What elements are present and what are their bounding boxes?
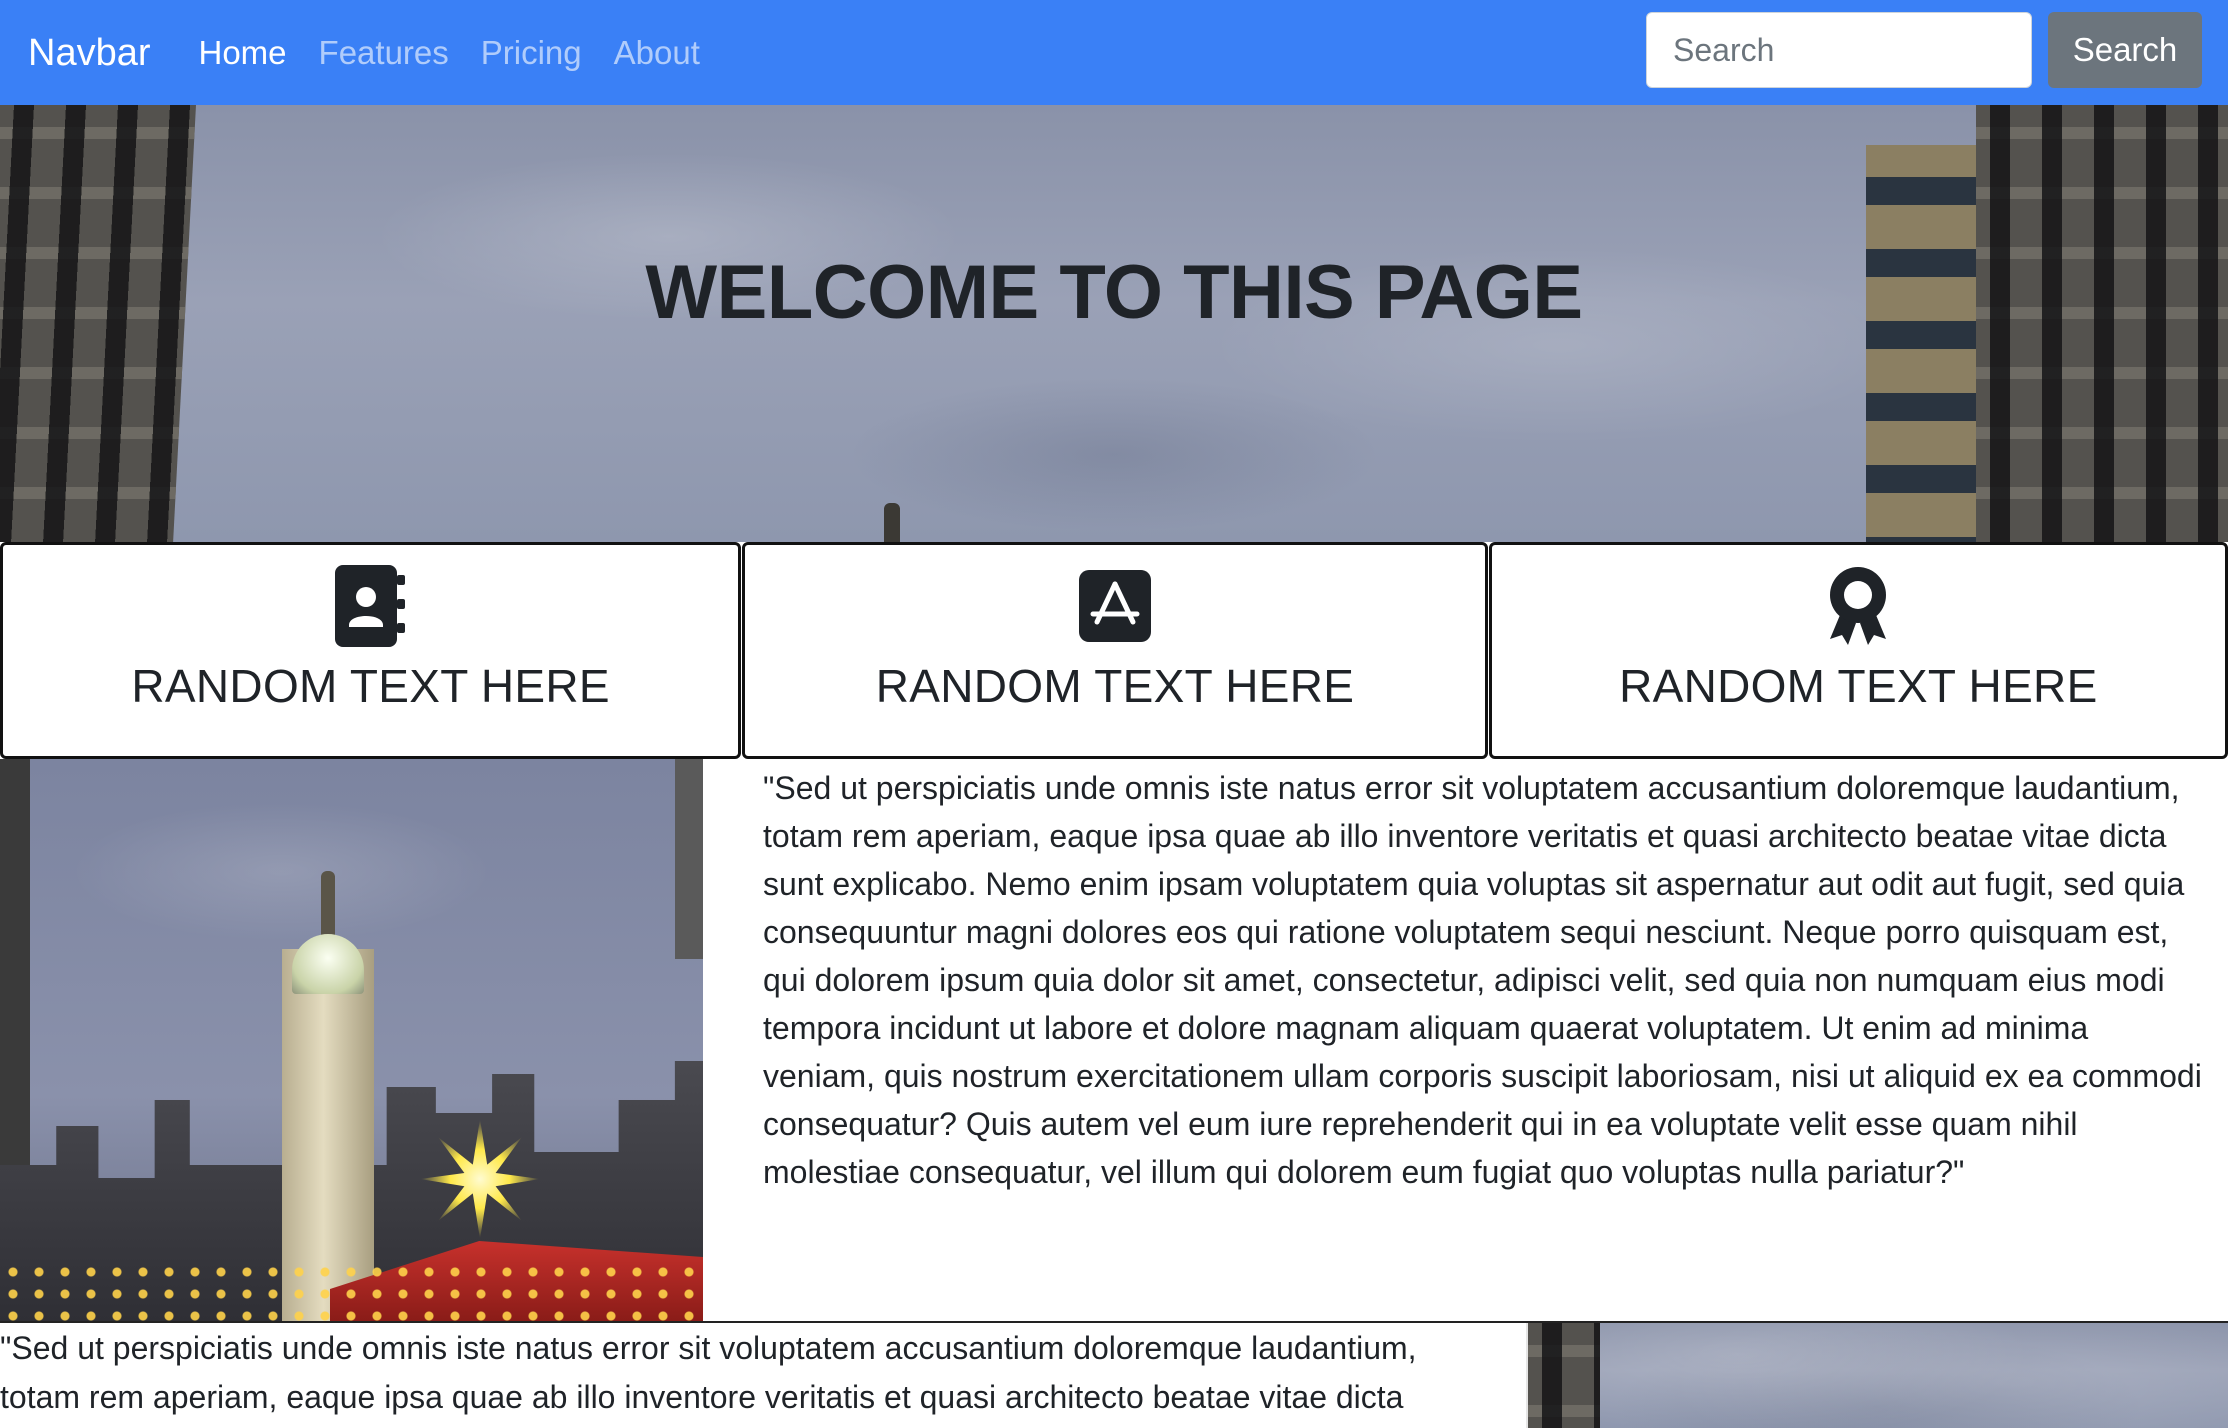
feature-cards: RANDOM TEXT HERE RANDOM TEXT HERE RANDOM… xyxy=(0,542,2228,759)
hero-building-right-facade xyxy=(1866,145,1976,542)
paragraph-line: totam rem aperiam, eaque ipsa quae ab il… xyxy=(763,818,2167,854)
paragraph-line: totam rem aperiam, eaque ipsa quae ab il… xyxy=(0,1379,1404,1415)
navbar-brand[interactable]: Navbar xyxy=(28,34,151,72)
paragraph-line: tempora incidunt ut labore et dolore mag… xyxy=(763,1010,2089,1046)
search-input[interactable] xyxy=(1646,12,2032,88)
nav-link-pricing[interactable]: Pricing xyxy=(481,36,582,69)
bottom-building xyxy=(1528,1323,1600,1428)
hero-statue xyxy=(884,503,900,542)
feature-card: RANDOM TEXT HERE xyxy=(0,542,742,759)
address-book-icon xyxy=(333,565,409,647)
feature-card: RANDOM TEXT HERE xyxy=(1488,542,2228,759)
nav-links: Home Features Pricing About xyxy=(199,36,732,69)
search-form: Search xyxy=(1646,12,2202,88)
nav-link-about[interactable]: About xyxy=(614,36,700,69)
nav-link-home[interactable]: Home xyxy=(199,36,287,69)
award-ribbon-icon xyxy=(1820,565,1896,647)
city-hall-photo xyxy=(0,759,703,1321)
nav-link-features[interactable]: Features xyxy=(319,36,449,69)
bottom-photo xyxy=(1528,1323,2228,1428)
paragraph-line: consequuntur magni dolores eos qui ratio… xyxy=(763,914,2169,950)
paragraph-line: consequatur? Quis autem vel eum iure rep… xyxy=(763,1106,2078,1142)
app-store-icon xyxy=(1077,565,1153,647)
paragraph-line: "Sed ut perspiciatis unde omnis iste nat… xyxy=(763,770,2180,806)
search-button[interactable]: Search xyxy=(2048,12,2202,88)
navbar: Navbar Home Features Pricing About Searc… xyxy=(0,0,2228,105)
hero-title: WELCOME TO THIS PAGE xyxy=(645,250,1583,335)
paragraph-line: molestiae consequatur, vel illum qui dol… xyxy=(763,1154,1965,1190)
bottom-paragraph: "Sed ut perspiciatis unde omnis iste nat… xyxy=(0,1323,1528,1428)
feature-card-label: RANDOM TEXT HERE xyxy=(1619,660,2098,712)
feature-card: RANDOM TEXT HERE xyxy=(742,542,1488,759)
paragraph-line: qui dolorem ipsum quia dolor sit amet, c… xyxy=(763,962,2165,998)
paragraph-line: "Sed ut perspiciatis unde omnis iste nat… xyxy=(0,1330,1417,1366)
paragraph-line: sunt explicabo. Nemo enim ipsam voluptat… xyxy=(763,866,2185,902)
feature-card-label: RANDOM TEXT HERE xyxy=(131,660,610,712)
hero-banner: WELCOME TO THIS PAGE xyxy=(0,105,2228,542)
feature-card-label: RANDOM TEXT HERE xyxy=(875,660,1355,712)
paragraph-line: veniam, quis nostrum exercitationem ulla… xyxy=(763,1058,2202,1094)
content-paragraph: "Sed ut perspiciatis unde omnis iste nat… xyxy=(763,764,2228,1196)
